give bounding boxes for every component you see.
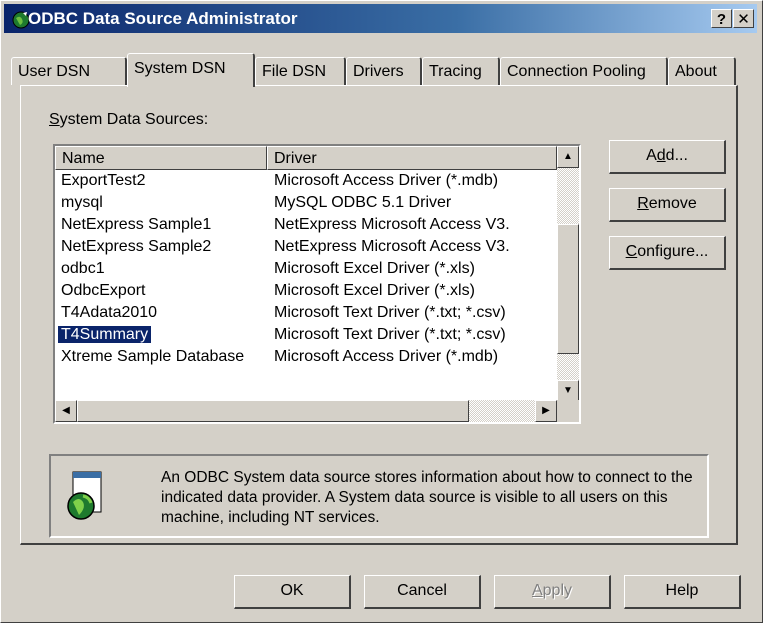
globe-document-icon: [65, 470, 105, 526]
system-data-sources-label: System Data Sources:: [49, 111, 209, 128]
help-button[interactable]: Help: [624, 575, 741, 609]
scroll-down-icon[interactable]: ▼: [557, 380, 579, 402]
tab-connection-pooling[interactable]: Connection Pooling: [500, 57, 668, 85]
info-description: An ODBC System data source stores inform…: [161, 469, 693, 526]
dsn-driver: Microsoft Access Driver (*.mdb): [274, 348, 499, 365]
system-dsn-panel: System Data Sources: Name Driver ExportT…: [20, 85, 738, 545]
vertical-scrollbar[interactable]: ▲ ▼: [557, 146, 579, 402]
dsn-driver: Microsoft Text Driver (*.txt; *.csv): [274, 304, 506, 321]
window-title: ODBC Data Source Administrator: [28, 9, 298, 28]
remove-button[interactable]: Remove: [609, 188, 726, 222]
dsn-driver: Microsoft Excel Driver (*.xls): [274, 282, 475, 299]
apply-button[interactable]: Apply: [494, 575, 611, 609]
close-icon[interactable]: ✕: [733, 9, 754, 28]
dsn-driver: Microsoft Access Driver (*.mdb): [274, 172, 499, 189]
add-button[interactable]: Add...: [609, 140, 726, 174]
dsn-name: ExportTest2: [61, 172, 146, 189]
dsn-driver: NetExpress Microsoft Access V3.: [274, 216, 510, 233]
column-header-driver[interactable]: Driver: [267, 146, 557, 170]
tab-user-dsn[interactable]: User DSN: [11, 57, 127, 85]
tab-system-dsn[interactable]: System DSN: [127, 53, 255, 87]
configure-button[interactable]: Configure...: [609, 236, 726, 270]
tab-drivers[interactable]: Drivers: [346, 57, 422, 85]
scroll-right-icon[interactable]: ▶: [535, 400, 557, 422]
dsn-name: mysql: [61, 194, 103, 211]
horizontal-scroll-thumb[interactable]: [77, 400, 469, 422]
help-title-button[interactable]: ?: [711, 9, 732, 28]
dsn-name: odbc1: [61, 260, 105, 277]
scroll-up-icon[interactable]: ▲: [557, 146, 579, 168]
dsn-name: T4Adata2010: [61, 304, 158, 321]
ok-button[interactable]: OK: [234, 575, 351, 609]
dsn-driver: Microsoft Excel Driver (*.xls): [274, 260, 475, 277]
dsn-driver: MySQL ODBC 5.1 Driver: [274, 194, 452, 211]
data-source-list[interactable]: Name Driver ExportTest2 Microsoft Access…: [53, 144, 581, 424]
dsn-name: Xtreme Sample Database: [61, 348, 245, 365]
dsn-name: NetExpress Sample2: [61, 238, 212, 255]
scrollbar-corner: [557, 400, 579, 422]
tab-about[interactable]: About: [668, 57, 736, 85]
info-box: An ODBC System data source stores inform…: [49, 454, 709, 538]
tab-tracing[interactable]: Tracing: [422, 57, 500, 85]
dialog-window: ODBC Data Source Administrator ? ✕ User …: [0, 0, 763, 623]
dsn-name: OdbcExport: [61, 282, 146, 299]
scroll-left-icon[interactable]: ◀: [55, 400, 77, 422]
dsn-driver: Microsoft Text Driver (*.txt; *.csv): [274, 326, 506, 343]
horizontal-scrollbar[interactable]: ◀ ▶: [55, 400, 557, 422]
tab-file-dsn[interactable]: File DSN: [255, 57, 346, 85]
dsn-name: NetExpress Sample1: [61, 216, 212, 233]
cancel-button[interactable]: Cancel: [364, 575, 481, 609]
dsn-name: T4Summary: [56, 325, 153, 344]
title-bar[interactable]: ODBC Data Source Administrator ? ✕: [4, 4, 757, 33]
column-header-name[interactable]: Name: [55, 146, 267, 170]
vertical-scroll-thumb[interactable]: [557, 224, 579, 354]
dsn-driver: NetExpress Microsoft Access V3.: [274, 238, 510, 255]
